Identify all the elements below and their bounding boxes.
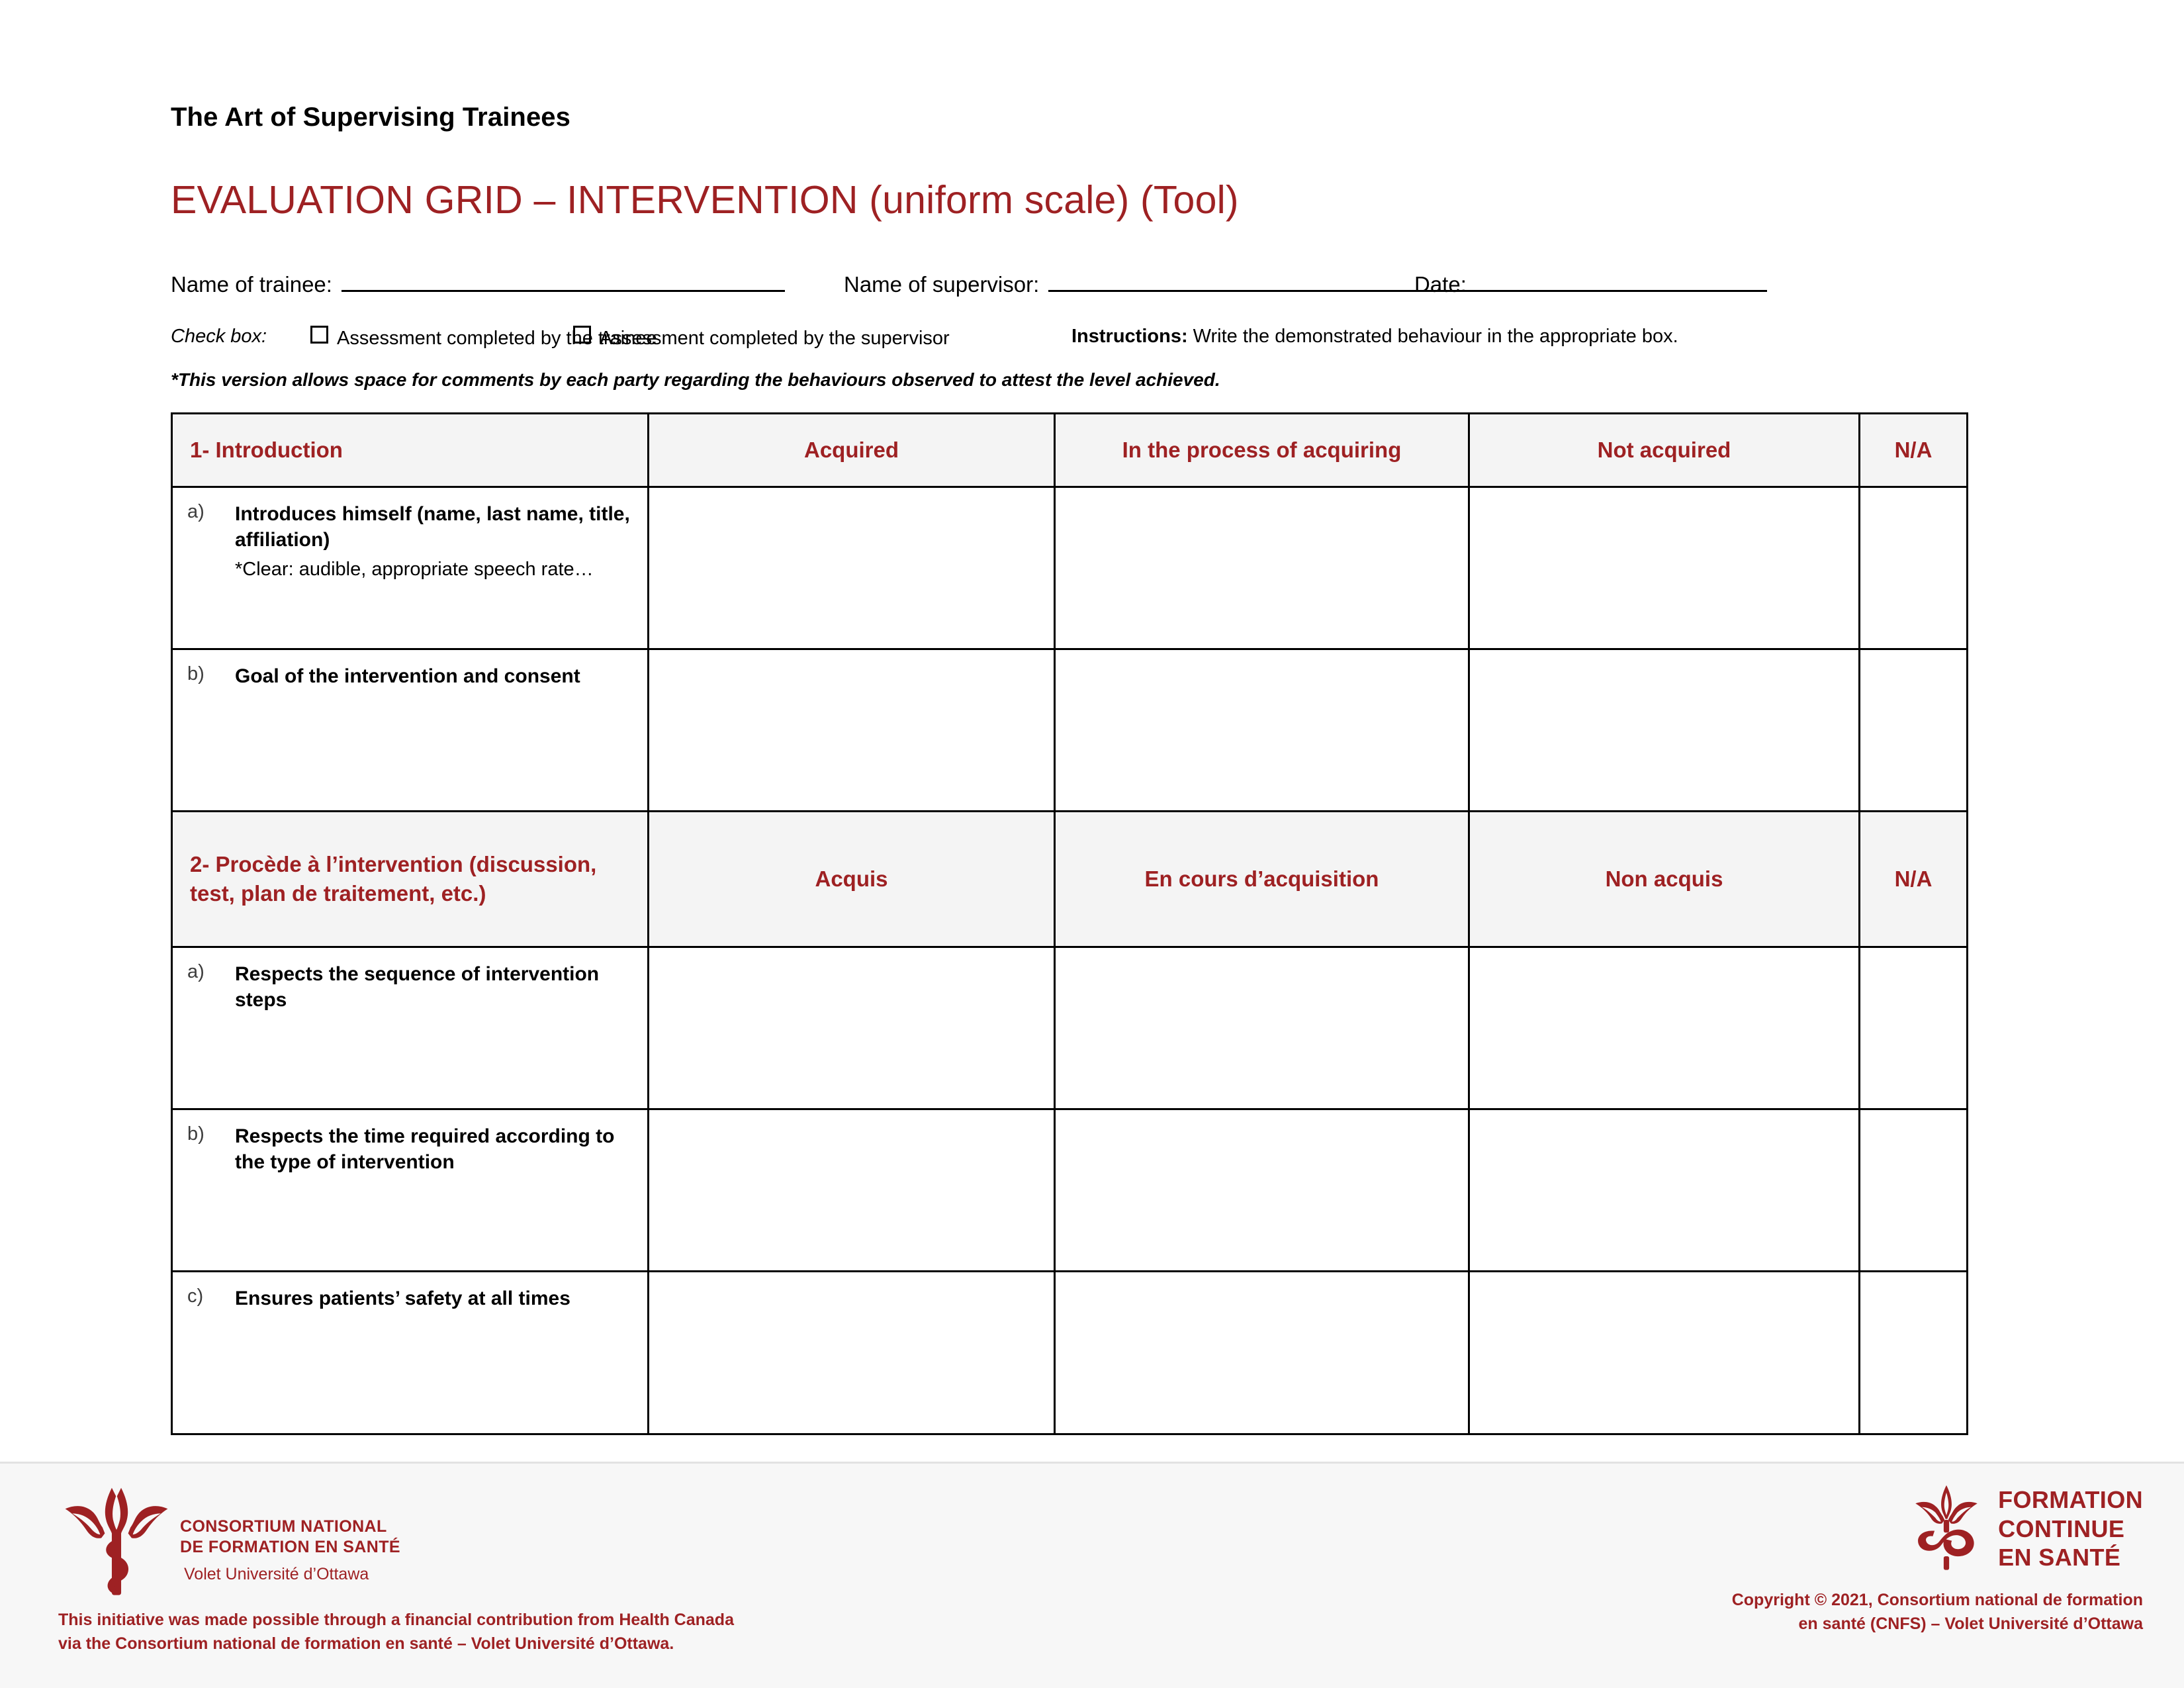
item-text: Introduces himself (name, last name, tit… xyxy=(235,503,630,551)
section-title: 2- Procède à l’intervention (discussion,… xyxy=(171,810,649,948)
page-title: EVALUATION GRID – INTERVENTION (uniform … xyxy=(171,178,1239,222)
item-letter: b) xyxy=(187,663,205,684)
evaluation-grid: 1- Introduction Acquired In the process … xyxy=(171,412,1968,1435)
supervisor-field: Name of supervisor: xyxy=(844,270,1487,297)
answer-cell-non-acquis[interactable] xyxy=(1468,1270,1860,1435)
section-header-row: 1- Introduction Acquired In the process … xyxy=(171,412,1968,488)
instructions-label: Instructions: xyxy=(1071,326,1188,347)
item-letter: a) xyxy=(187,961,205,982)
trainee-input[interactable] xyxy=(341,270,785,292)
check-box-label: Check box: xyxy=(171,326,267,347)
criterion-cell: a) Respects the sequence of intervention… xyxy=(171,946,649,1110)
answer-cell-en-cours[interactable] xyxy=(1054,1108,1470,1272)
cnfs-logo-text: CONSORTIUM NATIONAL DE FORMATION EN SANT… xyxy=(180,1517,400,1584)
answer-cell-in-process[interactable] xyxy=(1054,648,1470,812)
answer-cell-acquired[interactable] xyxy=(647,648,1056,812)
table-row: b) Goal of the intervention and consent xyxy=(171,648,1968,812)
cnfs-logo-line3: Volet Université d’Ottawa xyxy=(184,1565,369,1583)
checkbox-option-supervisor-label: Assessment completed by the supervisor xyxy=(600,328,950,349)
column-header-in-process: In the process of acquiring xyxy=(1054,412,1470,488)
answer-cell-not-acquired[interactable] xyxy=(1468,648,1860,812)
document-page: The Art of Supervising Trainees EVALUATI… xyxy=(0,0,2184,1462)
column-header-acquis: Acquis xyxy=(647,810,1056,948)
section-title: 1- Introduction xyxy=(171,412,649,488)
table-row: b) Respects the time required according … xyxy=(171,1108,1968,1272)
answer-cell-acquis[interactable] xyxy=(647,1108,1056,1272)
formation-continue-text: FORMATION CONTINUE EN SANTÉ xyxy=(1998,1485,2143,1573)
cnfs-logo-line1: CONSORTIUM NATIONAL xyxy=(180,1517,387,1536)
answer-cell-na[interactable] xyxy=(1858,486,1968,650)
item-text: Respects the time required according to … xyxy=(235,1125,615,1173)
column-header-na: N/A xyxy=(1858,810,1968,948)
column-header-na: N/A xyxy=(1858,412,1968,488)
cnfs-logo-icon xyxy=(58,1481,175,1602)
fc-line1: FORMATION xyxy=(1998,1485,2143,1513)
instructions: Instructions: Write the demonstrated beh… xyxy=(1071,326,1678,348)
item-text: Respects the sequence of intervention st… xyxy=(235,963,600,1011)
answer-cell-in-process[interactable] xyxy=(1054,486,1470,650)
answer-cell-na[interactable] xyxy=(1858,1108,1968,1272)
column-header-non-acquis: Non acquis xyxy=(1468,810,1860,948)
funding-line2: via the Consortium national de formation… xyxy=(58,1634,674,1653)
answer-cell-not-acquired[interactable] xyxy=(1468,486,1860,650)
item-letter: b) xyxy=(187,1123,205,1145)
checkbox-icon[interactable] xyxy=(573,326,591,344)
item-text: Goal of the intervention and consent xyxy=(235,665,580,687)
copyright: Copyright © 2021, Consortium national de… xyxy=(1732,1589,2143,1636)
item-subnote: *Clear: audible, appropriate speech rate… xyxy=(235,559,594,580)
table-row: c) Ensures patients’ safety at all times xyxy=(171,1270,1968,1435)
checkbox-option-supervisor[interactable]: Assessment completed by the supervisor xyxy=(573,326,950,350)
copyright-line1: Copyright © 2021, Consortium national de… xyxy=(1731,1591,2143,1609)
criterion-cell: a) Introduces himself (name, last name, … xyxy=(171,486,649,650)
item-text: Ensures patients’ safety at all times xyxy=(235,1288,570,1309)
document-kicker: The Art of Supervising Trainees xyxy=(171,103,570,132)
answer-cell-na[interactable] xyxy=(1858,1270,1968,1435)
date-input[interactable] xyxy=(1475,270,1767,292)
funding-line1: This initiative was made possible throug… xyxy=(58,1611,734,1629)
criterion-cell: b) Respects the time required according … xyxy=(171,1108,649,1272)
answer-cell-acquis[interactable] xyxy=(647,946,1056,1110)
formation-continue-logo-icon xyxy=(1909,1483,1983,1574)
instructions-text: Write the demonstrated behaviour in the … xyxy=(1187,326,1678,347)
section-header-row: 2- Procède à l’intervention (discussion,… xyxy=(171,810,1968,948)
footer-left: CONSORTIUM NATIONAL DE FORMATION EN SANT… xyxy=(58,1481,852,1656)
answer-cell-non-acquis[interactable] xyxy=(1468,1108,1860,1272)
date-field: Date: xyxy=(1414,270,1767,297)
checkbox-icon[interactable] xyxy=(310,326,328,344)
answer-cell-na[interactable] xyxy=(1858,648,1968,812)
answer-cell-acquis[interactable] xyxy=(647,1270,1056,1435)
page-footer: CONSORTIUM NATIONAL DE FORMATION EN SANT… xyxy=(0,1462,2184,1688)
answer-cell-acquired[interactable] xyxy=(647,486,1056,650)
document-content: The Art of Supervising Trainees EVALUATI… xyxy=(171,0,1968,1435)
fc-line2: CONTINUE xyxy=(1998,1515,2125,1542)
criterion-cell: b) Goal of the intervention and consent xyxy=(171,648,649,812)
cnfs-logo-line2: DE FORMATION EN SANTÉ xyxy=(180,1537,400,1556)
funding-statement: This initiative was made possible throug… xyxy=(58,1609,852,1656)
identity-row: Name of trainee: Name of supervisor: Dat… xyxy=(171,270,1968,306)
table-row: a) Respects the sequence of intervention… xyxy=(171,946,1968,1110)
footer-right: FORMATION CONTINUE EN SANTÉ Copyright © … xyxy=(1732,1483,2143,1636)
trainee-label: Name of trainee: xyxy=(171,272,332,297)
answer-cell-en-cours[interactable] xyxy=(1054,946,1470,1110)
column-header-en-cours: En cours d’acquisition xyxy=(1054,810,1470,948)
trainee-field: Name of trainee: xyxy=(171,270,785,297)
item-letter: a) xyxy=(187,501,205,522)
answer-cell-en-cours[interactable] xyxy=(1054,1270,1470,1435)
answer-cell-na[interactable] xyxy=(1858,946,1968,1110)
column-header-not-acquired: Not acquired xyxy=(1468,412,1860,488)
column-header-acquired: Acquired xyxy=(647,412,1056,488)
item-letter: c) xyxy=(187,1286,204,1307)
checkbox-row: Check box: Assessment completed by the t… xyxy=(171,326,1968,356)
answer-cell-non-acquis[interactable] xyxy=(1468,946,1860,1110)
supervisor-label: Name of supervisor: xyxy=(844,272,1040,297)
copyright-line2: en santé (CNFS) – Volet Université d’Ott… xyxy=(1798,1614,2143,1633)
criterion-cell: c) Ensures patients’ safety at all times xyxy=(171,1270,649,1435)
date-label: Date: xyxy=(1414,272,1467,297)
fc-line3: EN SANTÉ xyxy=(1998,1544,2121,1571)
version-note: *This version allows space for comments … xyxy=(171,369,1220,390)
table-row: a) Introduces himself (name, last name, … xyxy=(171,486,1968,650)
